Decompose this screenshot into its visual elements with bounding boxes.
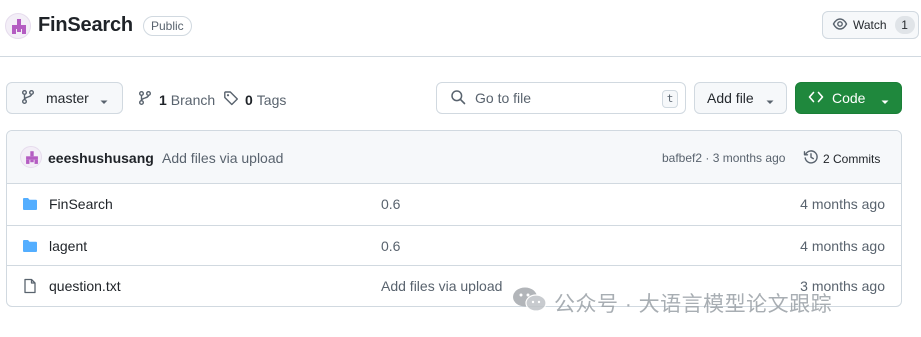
- branch-icon: [137, 90, 153, 109]
- file-name[interactable]: lagent: [49, 238, 87, 254]
- search-placeholder: Go to file: [475, 90, 532, 106]
- commit-hash-and-time[interactable]: bafbef2 · 3 months ago: [662, 151, 785, 165]
- code-label: Code: [832, 90, 866, 106]
- tag-icon: [223, 90, 239, 109]
- folder-icon: [22, 238, 38, 259]
- visibility-badge: Public: [143, 16, 192, 36]
- file-name[interactable]: question.txt: [49, 278, 121, 294]
- file-row[interactable]: FinSearch 0.6 4 months ago: [7, 184, 901, 225]
- file-date: 4 months ago: [800, 196, 885, 212]
- file-date: 4 months ago: [800, 238, 885, 254]
- commits-count: 2 Commits: [823, 151, 881, 166]
- code-icon: [808, 89, 824, 108]
- chevron-down-icon: [765, 94, 775, 110]
- latest-commit-bar: eeeshushusang Add files via upload bafbe…: [7, 131, 901, 184]
- go-to-file-search[interactable]: Go to file t: [436, 82, 686, 114]
- chevron-down-icon: [99, 94, 109, 110]
- branch-count: 1: [159, 91, 167, 108]
- file-browser: eeeshushusang Add files via upload bafbe…: [6, 130, 902, 307]
- code-button[interactable]: Code: [795, 82, 902, 114]
- watermark: 公众号 · 大语言模型论文跟踪: [512, 286, 832, 320]
- commits-history-link[interactable]: 2 Commits: [803, 149, 880, 168]
- file-commit-message[interactable]: 0.6: [381, 196, 400, 212]
- watch-count: 1: [894, 16, 915, 34]
- owner-avatar[interactable]: [5, 13, 31, 39]
- watch-label: Watch: [853, 18, 887, 32]
- wechat-icon: [512, 286, 554, 320]
- folder-icon: [22, 196, 38, 217]
- add-file-button[interactable]: Add file: [694, 82, 787, 114]
- search-icon: [450, 89, 466, 108]
- file-commit-message[interactable]: 0.6: [381, 238, 400, 254]
- file-commit-message[interactable]: Add files via upload: [381, 278, 502, 294]
- keyboard-shortcut-hint: t: [662, 90, 678, 108]
- branches-link[interactable]: 1 Branch: [137, 90, 215, 109]
- eye-icon: [832, 16, 848, 35]
- add-file-label: Add file: [707, 90, 754, 106]
- tag-count: 0: [245, 91, 253, 108]
- commit-message[interactable]: Add files via upload: [162, 150, 283, 166]
- file-row[interactable]: lagent 0.6 4 months ago: [7, 225, 901, 266]
- branch-select-button[interactable]: master: [6, 82, 123, 114]
- branch-icon: [20, 89, 36, 108]
- watermark-text: 公众号 · 大语言模型论文跟踪: [554, 293, 833, 316]
- repo-name[interactable]: FinSearch: [38, 14, 133, 37]
- branch-name: master: [46, 90, 89, 106]
- history-icon: [803, 149, 819, 168]
- commit-author[interactable]: eeeshushusang: [48, 150, 154, 166]
- chevron-down-icon: [880, 94, 890, 110]
- file-icon: [22, 278, 38, 299]
- watch-button[interactable]: Watch 1: [822, 11, 919, 39]
- file-name[interactable]: FinSearch: [49, 196, 113, 212]
- tags-link[interactable]: 0 Tags: [223, 90, 286, 109]
- branch-count-label: Branch: [170, 91, 216, 108]
- repo-header: FinSearch Public Watch 1: [0, 0, 921, 57]
- tag-count-label: Tags: [256, 91, 287, 108]
- commit-author-avatar[interactable]: [20, 146, 42, 168]
